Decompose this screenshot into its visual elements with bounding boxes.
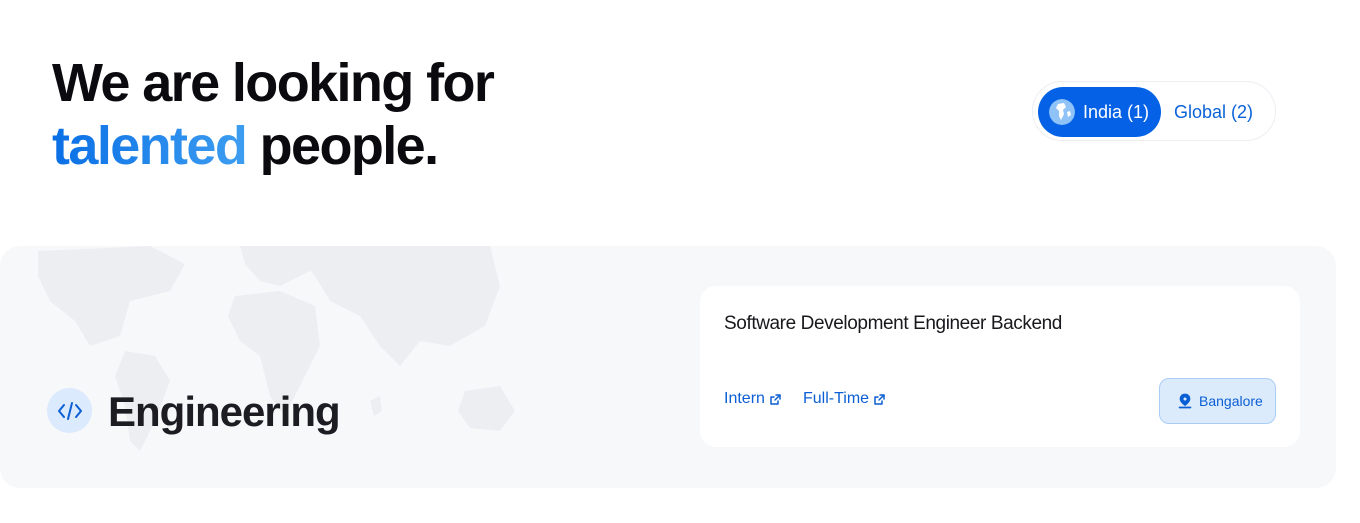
- location-pin-icon: [1178, 393, 1192, 409]
- job-title[interactable]: Software Development Engineer Backend: [724, 313, 1062, 335]
- code-icon: [47, 388, 92, 433]
- region-global-button[interactable]: Global (2): [1169, 87, 1273, 137]
- hero-line-1: We are looking for: [52, 53, 495, 113]
- location-badge: Bangalore: [1159, 378, 1276, 424]
- job-type-intern-label: Intern: [724, 390, 765, 407]
- location-label: Bangalore: [1199, 393, 1263, 409]
- hero-line-2: talented people.: [52, 115, 493, 178]
- region-india-button[interactable]: India (1): [1038, 87, 1161, 137]
- department-panel: Engineering Software Development Enginee…: [0, 246, 1336, 488]
- hero-highlight-word: talented: [52, 116, 248, 176]
- region-india-label: India (1): [1083, 101, 1150, 122]
- job-card[interactable]: Software Development Engineer Backend In…: [700, 286, 1300, 447]
- region-toggle: India (1) Global (2): [1032, 81, 1276, 141]
- hero-rest-text: people.: [259, 116, 439, 176]
- job-type-fulltime-label: Full-Time: [803, 390, 870, 407]
- job-type-intern-link[interactable]: Intern: [724, 390, 782, 408]
- job-type-fulltime-link[interactable]: Full-Time: [803, 390, 886, 408]
- external-link-icon: [874, 393, 885, 405]
- region-global-label: Global (2): [1174, 101, 1254, 122]
- department-title: Engineering: [108, 388, 341, 435]
- globe-icon: [1049, 99, 1075, 125]
- hero-heading: We are looking for talented people.: [52, 52, 495, 178]
- external-link-icon: [770, 393, 781, 405]
